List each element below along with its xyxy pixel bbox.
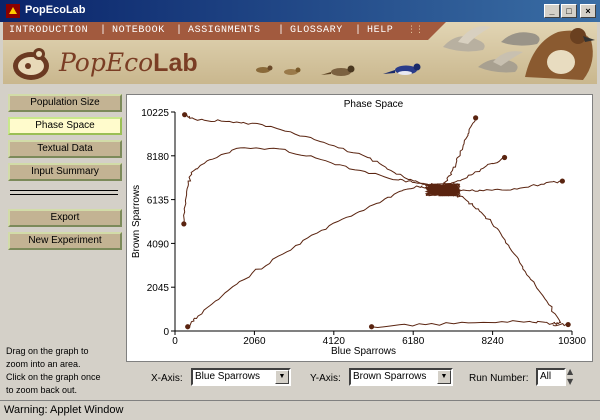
popecolab-logo-icon (13, 48, 49, 80)
trajectory-start-point (368, 324, 375, 330)
java-applet-icon (6, 4, 20, 18)
trajectory-start-point (181, 221, 187, 227)
zoom-help-text: Drag on the graph to zoom into an area. … (6, 345, 126, 397)
run-number-field[interactable]: All (536, 368, 566, 386)
population-size-button[interactable]: Population Size (8, 94, 122, 112)
y-tick-label: 10225 (141, 108, 169, 119)
trajectory-line (184, 114, 442, 190)
textual-data-button[interactable]: Textual Data (8, 140, 122, 158)
y-tick-label: 4090 (147, 239, 170, 250)
y-axis-select-value: Brown Sparrows (353, 371, 427, 382)
grey-bird-flying-icon (443, 26, 491, 52)
menu-introduction[interactable]: INTRODUCTION (9, 25, 88, 36)
grey-bird-flying-icon (478, 51, 523, 73)
trajectory-start-point (473, 115, 479, 121)
nav-divider (10, 190, 118, 191)
trajectory-line (371, 189, 562, 329)
dropdown-arrow-icon[interactable]: ▼ (275, 370, 289, 384)
run-number-value: All (540, 371, 552, 382)
minimize-button[interactable]: _ (544, 4, 560, 18)
x-tick-label: 0 (172, 336, 178, 347)
x-axis-select[interactable]: Blue Sparrows ▼ (191, 368, 291, 386)
phase-space-chart[interactable]: Phase Space0 2060 4120 6180 8240 103000204540… (127, 95, 594, 363)
blue-sparrow-icon (383, 63, 421, 75)
chart-title: Phase Space (344, 99, 404, 110)
x-axis-title: Blue Sparrows (331, 346, 396, 357)
window-title: PopEcoLab (25, 4, 86, 16)
status-text: Warning: Applet Window (4, 404, 124, 416)
x-tick-label: 10300 (558, 336, 586, 347)
help-line: zoom into an area. (6, 359, 81, 369)
trajectory-line (444, 180, 563, 192)
bird-banner-illustration (256, 26, 595, 80)
trajectory-line (187, 185, 438, 328)
x-tick-label: 8240 (481, 336, 504, 347)
help-line: to zoom back out. (6, 385, 78, 395)
y-axis-label: Y-Axis: (310, 373, 341, 384)
dropdown-arrow-icon[interactable]: ▼ (437, 370, 451, 384)
trajectory-start-point (185, 324, 191, 330)
equilibrium-cluster (424, 182, 461, 197)
new-experiment-button[interactable]: New Experiment (8, 232, 122, 250)
spinner-up-icon[interactable]: ▲ (567, 367, 575, 376)
menu-separator: | (176, 25, 183, 36)
run-number-label: Run Number: (469, 373, 529, 384)
x-axis-label: X-Axis: (151, 373, 183, 384)
menu-notebook[interactable]: NOTEBOOK (112, 25, 165, 36)
trajectory-line (183, 147, 449, 224)
title-bar: PopEcoLab _ □ × (0, 0, 600, 22)
x-tick-label: 2060 (243, 336, 266, 347)
help-line: Click on the graph once (6, 372, 101, 382)
y-axis-title: Brown Sparrows (131, 185, 142, 258)
menu-separator: | (100, 25, 107, 36)
help-line: Drag on the graph to (6, 346, 89, 356)
app-header: INTRODUCTION | NOTEBOOK | ASSIGNMENTS | … (3, 22, 597, 84)
x-axis-select-value: Blue Sparrows (195, 371, 261, 382)
trajectory-start-point (559, 178, 565, 184)
y-tick-label: 2045 (147, 283, 170, 294)
grey-bird-flying-icon (501, 32, 540, 46)
close-button[interactable]: × (580, 4, 596, 18)
small-bird-icon (284, 67, 301, 75)
app-logo-text: PopEcoLab (59, 48, 198, 78)
spinner-down-icon[interactable]: ▼ (567, 377, 575, 386)
brown-sparrow-icon (321, 65, 355, 76)
logo-text-part1: PopEco (59, 48, 154, 77)
phase-space-chart-panel[interactable]: Phase Space 0 2060 4120 6180 8240 10300 0 2045 40… (126, 94, 593, 362)
phase-space-button[interactable]: Phase Space (8, 117, 122, 135)
nav-divider (10, 194, 118, 195)
small-bird-icon (256, 65, 273, 73)
trajectory-start-point (565, 321, 571, 328)
y-tick-label: 0 (163, 327, 169, 338)
y-tick-label: 6135 (147, 196, 170, 207)
status-bar: Warning: Applet Window (0, 400, 600, 420)
y-axis-select[interactable]: Brown Sparrows ▼ (349, 368, 453, 386)
trajectory-line (440, 117, 477, 189)
x-tick-label: 6180 (402, 336, 425, 347)
trajectory-start-point (182, 112, 188, 118)
trajectory-start-point (501, 154, 508, 161)
logo-text-part2: Lab (153, 49, 198, 77)
export-button[interactable]: Export (8, 209, 122, 227)
y-tick-label: 8180 (147, 152, 170, 163)
input-summary-button[interactable]: Input Summary (8, 163, 122, 181)
maximize-button[interactable]: □ (561, 4, 577, 18)
